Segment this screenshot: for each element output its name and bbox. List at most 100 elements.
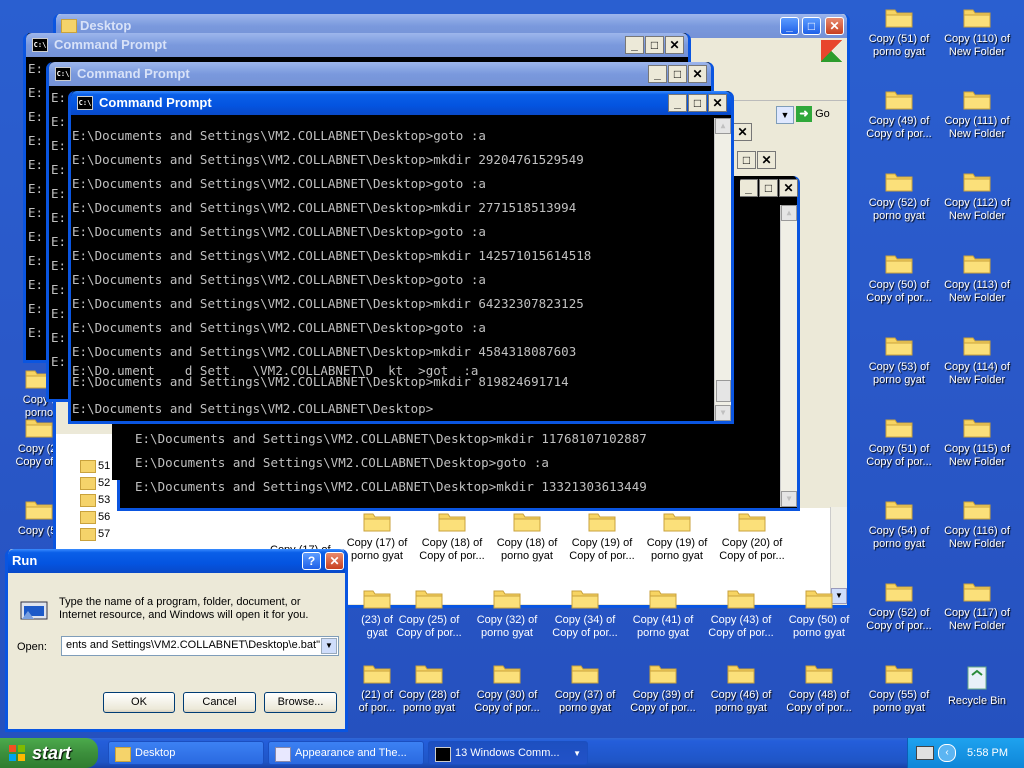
address-dropdown-icon[interactable]: ▼ (776, 106, 794, 124)
scroll-up-icon[interactable]: ▲ (781, 205, 797, 221)
run-titlebar[interactable]: Run ? ✕ (8, 549, 345, 573)
scroll-down-icon[interactable]: ▼ (781, 491, 797, 507)
close-button[interactable]: ✕ (825, 17, 844, 35)
folder-tree-item[interactable]: 52 (80, 475, 110, 491)
cmd-back-titlebar[interactable]: _ □ ✕ (740, 176, 800, 200)
maximize-button[interactable]: □ (645, 36, 664, 54)
cmd-2-titlebar[interactable]: C:\ Command Prompt _ □ ✕ (49, 62, 711, 86)
maximize-button[interactable]: □ (688, 94, 707, 112)
close-button[interactable]: ✕ (733, 123, 752, 141)
desktop-folder-icon[interactable]: Copy (55) of porno gyat (858, 661, 940, 715)
minimize-button[interactable]: _ (740, 179, 758, 197)
desktop-folder-icon[interactable]: Copy (46) of porno gyat (700, 661, 782, 715)
desktop-folder-icon[interactable]: Copy (39) of Copy of por... (622, 661, 704, 715)
desktop-folder-icon[interactable]: Copy (51) of porno gyat (858, 5, 940, 59)
open-input[interactable]: ents and Settings\VM2.COLLABNET\Desktop\… (66, 639, 320, 651)
desktop-folder-icon[interactable]: Copy (113) of New Folder (936, 251, 1018, 305)
close-button[interactable]: ✕ (757, 151, 776, 169)
go-button[interactable]: ➜ Go (796, 105, 840, 123)
taskbar-button-desktop[interactable]: Desktop (108, 741, 264, 765)
folder-tree-item[interactable]: 51 (80, 458, 110, 474)
desktop-icon-label: Copy (50) of Copy of por... (866, 279, 932, 304)
clock[interactable]: 5:58 PM (967, 738, 1008, 768)
desktop-folder-icon[interactable]: Copy (41) of porno gyat (622, 586, 704, 640)
taskbar-button-appearance[interactable]: Appearance and The... (268, 741, 424, 765)
console-line: E: (28, 229, 44, 244)
desktop-folder-icon[interactable]: Copy (51) of Copy of por... (858, 415, 940, 469)
desktop-icon-label: Copy (113) of New Folder (944, 279, 1010, 304)
minimize-button[interactable]: _ (648, 65, 667, 83)
desktop-folder-icon[interactable]: Copy (34) of Copy of por... (544, 586, 626, 640)
cancel-button[interactable]: Cancel (183, 692, 256, 713)
desktop-folder-icon[interactable]: Copy (32) of porno gyat (466, 586, 548, 640)
desktop-folder-icon[interactable]: Copy (17) of porno gyat (336, 509, 418, 563)
browse-button[interactable]: Browse... (264, 692, 337, 713)
minimize-button[interactable]: _ (668, 94, 687, 112)
desktop-folder-icon[interactable]: Copy (19) of Copy of por... (561, 509, 643, 563)
desktop-icon-label: Copy (51) of Copy of por... (866, 443, 932, 468)
open-combobox[interactable]: ents and Settings\VM2.COLLABNET\Desktop\… (61, 636, 339, 656)
maximize-button[interactable]: □ (737, 151, 756, 169)
console-prompt-line[interactable]: E:\Documents and Settings\VM2.COLLABNET\… (72, 400, 591, 421)
start-button[interactable]: start (0, 738, 98, 768)
desktop-folder-icon[interactable]: Copy (111) of New Folder (936, 87, 1018, 141)
help-button[interactable]: ? (302, 552, 321, 570)
maximize-button[interactable]: □ (759, 179, 778, 197)
scroll-down-icon[interactable]: ▼ (715, 405, 731, 421)
desktop-folder-icon[interactable]: Copy (110) of New Folder (936, 5, 1018, 59)
desktop-folder-icon[interactable]: Copy (28) of porno gyat (388, 661, 470, 715)
close-button[interactable]: ✕ (708, 94, 727, 112)
desktop-folder-icon[interactable]: Copy (54) of porno gyat (858, 497, 940, 551)
desktop-folder-icon[interactable]: Copy (112) of New Folder (936, 169, 1018, 223)
cmd-front-titlebar[interactable]: C:\ Command Prompt _ □ ✕ (71, 91, 731, 115)
cmd-1-titlebar[interactable]: C:\ Command Prompt _ □ ✕ (26, 33, 688, 57)
scroll-thumb[interactable] (716, 380, 731, 402)
desktop-folder-icon[interactable]: Copy (49) of Copy of por... (858, 87, 940, 141)
scroll-up-icon[interactable]: ▲ (715, 118, 731, 134)
close-button[interactable]: ✕ (779, 179, 798, 197)
dropdown-arrow-icon[interactable]: ▼ (321, 638, 337, 654)
tray-expand-icon[interactable]: ‹ (938, 744, 956, 762)
minimize-button[interactable]: _ (625, 36, 644, 54)
close-button[interactable]: ✕ (325, 552, 344, 570)
close-button[interactable]: ✕ (688, 65, 707, 83)
desktop-folder-icon[interactable]: Copy (30) of Copy of por... (466, 661, 548, 715)
desktop-folder-icon[interactable]: Copy (18) of porno gyat (486, 509, 568, 563)
desktop-folder-icon[interactable]: Copy (25) of Copy of por... (388, 586, 470, 640)
folder-tree-item[interactable]: 53 (80, 492, 110, 508)
desktop-folder-icon[interactable]: Copy (52) of Copy of por... (858, 579, 940, 633)
run-dialog[interactable]: Run ? ✕ Type the name of a program, fold… (5, 549, 348, 732)
desktop-folder-icon[interactable]: Copy (50) of Copy of por... (858, 251, 940, 305)
taskbar-button-command-group[interactable]: 13 Windows Comm... ▼ (428, 741, 588, 765)
desktop-folder-icon[interactable]: Copy (115) of New Folder (936, 415, 1018, 469)
cmd-front-scrollbar[interactable]: ▲ ▼ (714, 118, 731, 421)
desktop-folder-icon[interactable]: Copy (43) of Copy of por... (700, 586, 782, 640)
console-line: E: (28, 301, 44, 316)
desktop-folder-icon[interactable]: Copy (53) of porno gyat (858, 333, 940, 387)
desktop-folder-icon[interactable]: Copy (50) of porno gyat (778, 586, 860, 640)
cmd-front-console[interactable]: E:\Documents and Settings\VM2.COLLABNET\… (71, 118, 731, 421)
close-button[interactable]: ✕ (665, 36, 684, 54)
desktop-folder-icon[interactable]: Recycle Bin (936, 661, 1018, 708)
desktop-folder-icon[interactable]: Copy (19) of porno gyat (636, 509, 718, 563)
desktop-folder-icon[interactable]: Copy (37) of porno gyat (544, 661, 626, 715)
minimize-button[interactable]: _ (780, 17, 799, 35)
keyboard-icon[interactable] (916, 746, 934, 760)
folder-tree-item[interactable]: 56 (80, 509, 110, 525)
desktop-folder-icon[interactable]: Copy (48) of Copy of por... (778, 661, 860, 715)
maximize-button[interactable]: □ (668, 65, 687, 83)
maximize-button[interactable]: □ (802, 17, 821, 35)
cmd-back-scrollbar[interactable]: ▲ ▼ (780, 205, 797, 507)
folder-tree-item[interactable]: 57 (80, 526, 110, 542)
desktop: Copy (51) of porno gyat Copy (110) of New… (0, 0, 1024, 738)
desktop-folder-icon[interactable]: Copy (114) of New Folder (936, 333, 1018, 387)
cmd-1-console[interactable]: E: E: E: E: E: E: E: E: E: E: E: E: (26, 57, 48, 360)
desktop-folder-icon[interactable]: Copy (18) of Copy of por... (411, 509, 493, 563)
taskbar-button-label: 13 Windows Comm... (455, 747, 560, 759)
ok-button[interactable]: OK (103, 692, 175, 713)
desktop-folder-icon[interactable]: Copy (52) of porno gyat (858, 169, 940, 223)
desktop-folder-icon[interactable]: Copy (117) of New Folder (936, 579, 1018, 633)
console-line: E: (28, 277, 44, 292)
desktop-folder-icon[interactable]: Copy (116) of New Folder (936, 497, 1018, 551)
desktop-folder-icon[interactable]: Copy (20) of Copy of por... (711, 509, 793, 563)
